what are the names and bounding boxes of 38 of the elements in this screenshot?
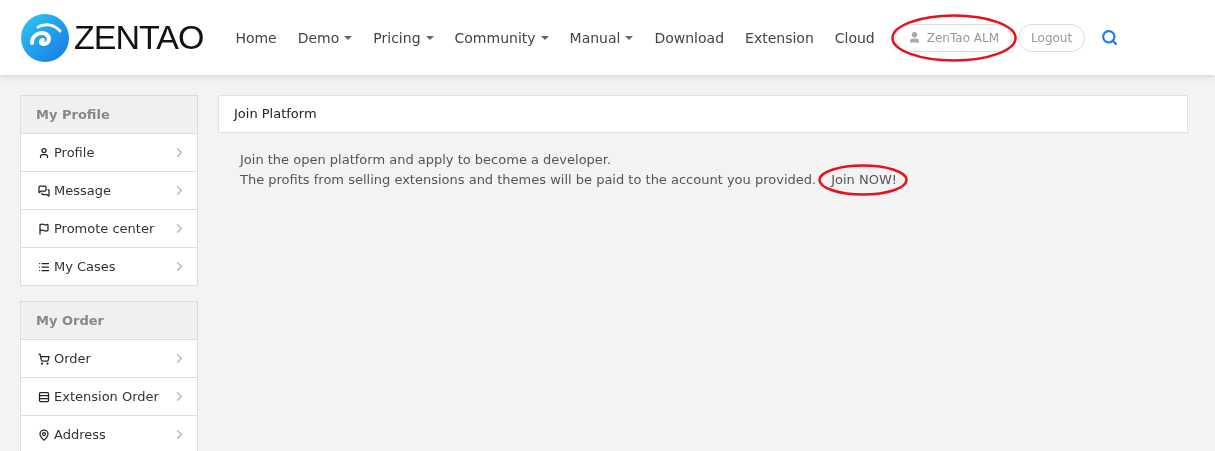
logo-text: ZENTAO [74, 18, 204, 57]
nav-link[interactable]: Cloud [834, 29, 875, 46]
item-label: Extension Order [54, 389, 160, 404]
sidebar-heading: My Order [21, 302, 197, 340]
item-label: Promote center [54, 221, 156, 236]
sidebar-item[interactable]: Profile [21, 134, 197, 172]
sidebar-item[interactable]: Message [21, 172, 197, 210]
logo-icon [20, 12, 70, 63]
sidebar-item[interactable]: Promote center [21, 210, 197, 248]
panel-title: Join Platform [218, 95, 1188, 133]
nav-link[interactable]: Manual [569, 29, 634, 46]
sidebar-item[interactable]: Address [21, 416, 197, 451]
item-icon [38, 352, 50, 365]
item-icon [38, 146, 50, 159]
item-icon [38, 428, 50, 441]
nav-link[interactable]: Demo [297, 29, 353, 46]
item-icon [38, 222, 50, 235]
search-icon[interactable] [1101, 29, 1119, 46]
item-label: My Cases [54, 259, 117, 274]
item-label: Order [54, 351, 92, 366]
nav-link[interactable]: Home [235, 29, 277, 46]
sidebar-item[interactable]: My Cases [21, 248, 197, 285]
nav-link[interactable]: Community [454, 29, 549, 46]
item-icon [38, 390, 50, 403]
sidebar-item[interactable]: Extension Order [21, 378, 197, 416]
panel-text: The profits from selling extensions and themes will be paid to the account you provided. [240, 171, 817, 189]
item-label: Address [54, 427, 107, 442]
panel-text: Join the open platform and apply to become a developer. [240, 151, 612, 169]
item-icon [38, 184, 50, 197]
sidebar-heading: My Profile [21, 96, 197, 134]
user-icon [907, 31, 921, 44]
item-label: Message [54, 183, 112, 198]
nav-link[interactable]: Extension [745, 29, 814, 46]
nav-link[interactable]: Pricing [373, 29, 434, 46]
item-label: Profile [54, 145, 96, 160]
nav-link[interactable]: Download [654, 29, 725, 46]
item-icon [38, 260, 50, 273]
sidebar-item[interactable]: Order [21, 340, 197, 378]
